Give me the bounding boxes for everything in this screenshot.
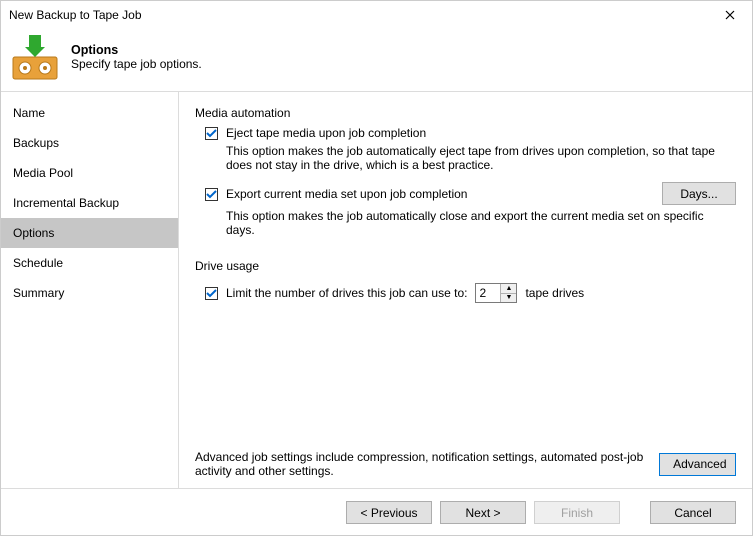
export-label: Export current media set upon job comple…	[226, 187, 467, 201]
titlebar: New Backup to Tape Job	[1, 1, 752, 29]
export-description: This option makes the job automatically …	[226, 209, 716, 237]
wizard-footer: < Previous Next > Finish Cancel	[1, 488, 752, 536]
sidebar-item-media-pool[interactable]: Media Pool	[1, 158, 178, 188]
window-title: New Backup to Tape Job	[9, 8, 142, 22]
drive-count-down[interactable]: ▼	[501, 294, 516, 303]
sidebar-item-name[interactable]: Name	[1, 98, 178, 128]
options-panel: Media automation Eject tape media upon j…	[179, 92, 752, 488]
wizard-header: Options Specify tape job options.	[1, 29, 752, 92]
drive-count-input[interactable]	[476, 284, 500, 302]
close-button[interactable]	[708, 1, 752, 29]
previous-button[interactable]: < Previous	[346, 501, 432, 524]
eject-checkbox[interactable]	[205, 127, 218, 140]
limit-drives-label: Limit the number of drives this job can …	[226, 286, 467, 300]
drive-count-suffix: tape drives	[525, 286, 584, 300]
sidebar-item-schedule[interactable]: Schedule	[1, 248, 178, 278]
sidebar-item-options[interactable]: Options	[1, 218, 178, 248]
advanced-description: Advanced job settings include compressio…	[195, 450, 647, 478]
eject-description: This option makes the job automatically …	[226, 144, 716, 172]
drive-count-up[interactable]: ▲	[501, 284, 516, 294]
drive-count-spinner[interactable]: ▲ ▼	[475, 283, 517, 303]
page-subtitle: Specify tape job options.	[71, 57, 202, 71]
sidebar-item-backups[interactable]: Backups	[1, 128, 178, 158]
cancel-button[interactable]: Cancel	[650, 501, 736, 524]
advanced-button[interactable]: Advanced	[659, 453, 736, 476]
media-automation-group-label: Media automation	[195, 106, 736, 120]
sidebar-item-summary[interactable]: Summary	[1, 278, 178, 308]
eject-label: Eject tape media upon job completion	[226, 126, 426, 140]
next-button[interactable]: Next >	[440, 501, 526, 524]
tape-download-icon	[11, 33, 59, 81]
close-icon	[725, 10, 735, 20]
finish-button: Finish	[534, 501, 620, 524]
limit-drives-checkbox[interactable]	[205, 287, 218, 300]
sidebar-item-incremental-backup[interactable]: Incremental Backup	[1, 188, 178, 218]
advanced-button-label: Advanced	[673, 457, 726, 471]
days-button[interactable]: Days...	[662, 182, 736, 205]
page-title: Options	[71, 43, 202, 57]
wizard-sidebar: Name Backups Media Pool Incremental Back…	[1, 92, 179, 488]
drive-usage-group-label: Drive usage	[195, 259, 736, 273]
export-checkbox[interactable]	[205, 188, 218, 201]
